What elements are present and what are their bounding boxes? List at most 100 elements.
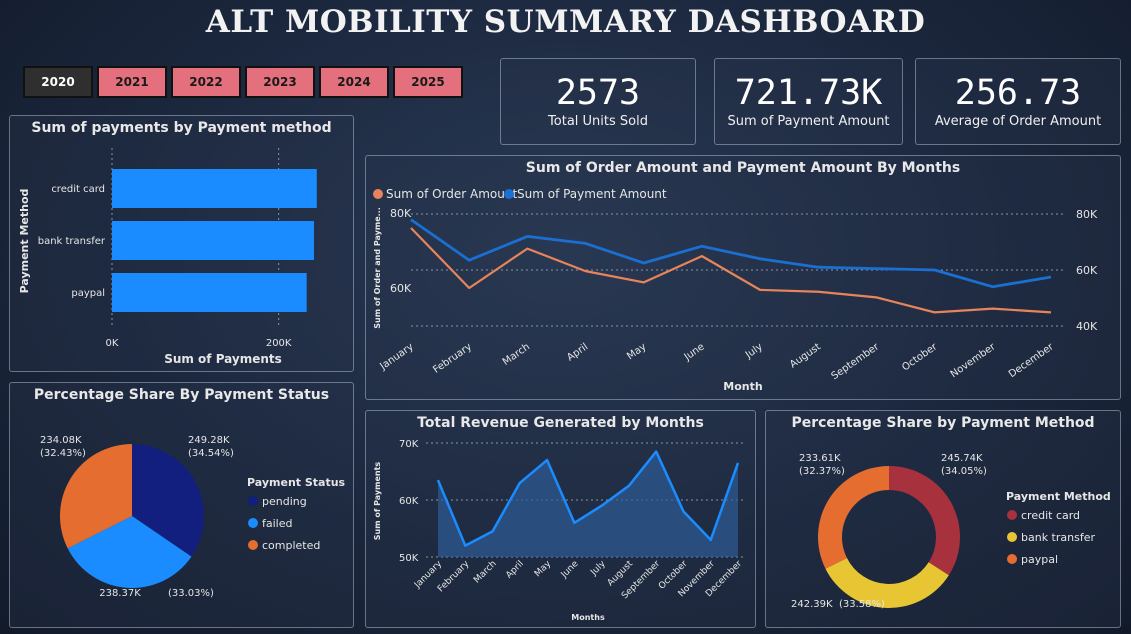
x-tick-label: May — [533, 559, 554, 580]
legend-item-label[interactable]: failed — [262, 517, 292, 530]
kpi-total-units: 2573 Total Units Sold — [500, 58, 696, 145]
slice-value-label: 234.08K — [40, 435, 82, 446]
legend-item-label[interactable]: completed — [262, 539, 320, 552]
slice-value-label: 249.28K — [188, 435, 230, 446]
right-y-tick-label: 60K — [1076, 264, 1098, 277]
legend-item-label[interactable]: pending — [262, 495, 307, 508]
payment-amount-line[interactable] — [410, 218, 1052, 289]
kpi-average-order: 256.73 Average of Order Amount — [915, 58, 1121, 145]
x-tick-label: June — [559, 559, 581, 581]
payment-status-pie-panel: Percentage Share By Payment Status 249.2… — [9, 382, 354, 628]
slice-percent-label: (32.37%) — [799, 466, 845, 477]
payments-bar-chart: 0K 200K credit card bank transfer paypal Su… — [18, 148, 317, 366]
slice-percent-label: (33.58%) — [839, 599, 885, 610]
year-button-2025[interactable]: 2025 — [393, 66, 463, 98]
y-axis-label: Sum of Order and Payme... — [373, 207, 382, 328]
legend-item-label[interactable]: bank transfer — [1021, 531, 1095, 544]
slice-percent-label: (33.03%) — [168, 588, 214, 599]
y-axis-label: Payment Method — [18, 189, 31, 294]
legend-marker — [1007, 510, 1017, 520]
x-tick-label: October — [900, 341, 940, 373]
x-tick-label: May — [625, 341, 648, 362]
x-tick-label: December — [1007, 341, 1057, 380]
y-tick-label: paypal — [71, 288, 105, 299]
y-tick-label: 70K — [399, 439, 419, 450]
order-payment-line-chart: Sum of Order Amount Sum of Payment Amoun… — [373, 187, 1098, 393]
legend-order-label[interactable]: Sum of Order Amount — [386, 187, 517, 201]
x-tick-label: September — [830, 341, 882, 382]
payment-status-pie-chart: 249.28K (34.54%) 238.37K (33.03%) 234.08K (32… — [40, 435, 346, 599]
slice-value-label: 242.39K — [791, 599, 833, 610]
legend-marker — [1007, 532, 1017, 542]
x-tick-label: April — [565, 341, 590, 363]
y-axis-label: Sum of Payments — [373, 462, 382, 541]
right-y-tick-label: 80K — [1076, 208, 1098, 221]
x-axis-label: Months — [571, 613, 605, 622]
x-axis-label: Month — [723, 380, 762, 393]
year-filter: 2020 2021 2022 2023 2024 2025 — [23, 66, 463, 98]
slice-value-label: 233.61K — [799, 453, 841, 464]
x-axis-label: Sum of Payments — [164, 352, 282, 366]
slice-value-label: 245.74K — [941, 453, 983, 464]
legend-item-label[interactable]: paypal — [1021, 553, 1058, 566]
legend-title: Payment Status — [247, 476, 346, 489]
bar[interactable] — [112, 273, 307, 312]
x-tick-label: July — [589, 559, 609, 579]
bar[interactable] — [112, 221, 314, 260]
donut-slice-credit-card[interactable] — [889, 466, 960, 576]
bar[interactable] — [112, 169, 317, 208]
legend-title: Payment Method — [1006, 490, 1111, 503]
year-button-2023[interactable]: 2023 — [245, 66, 315, 98]
year-button-2020[interactable]: 2020 — [23, 66, 93, 98]
payments-by-method-panel: Sum of payments by Payment method 0K 200K… — [9, 115, 354, 372]
payment-method-donut-panel: Percentage Share by Payment Method 245.7… — [765, 410, 1121, 628]
x-tick-label: March — [472, 559, 498, 585]
year-button-2022[interactable]: 2022 — [171, 66, 241, 98]
left-y-tick-label: 60K — [390, 282, 412, 295]
right-y-tick-label: 40K — [1076, 320, 1098, 333]
legend-order-marker — [373, 189, 383, 199]
kpi-value: 721.73K — [734, 72, 883, 113]
y-tick-label: credit card — [51, 184, 105, 195]
legend-marker — [248, 496, 258, 506]
kpi-label: Sum of Payment Amount — [727, 114, 890, 130]
revenue-area-chart: 50K60K70KJanuaryFebruary March April May Jun… — [373, 439, 744, 622]
x-tick-label: July — [743, 341, 765, 361]
revenue-area-panel: Total Revenue Generated by Months 50K 60K… — [365, 410, 756, 628]
year-button-2021[interactable]: 2021 — [97, 66, 167, 98]
donut-slice-paypal[interactable] — [818, 466, 889, 569]
y-tick-label: 50K — [399, 553, 419, 564]
x-tick-label: June — [682, 341, 707, 363]
revenue-area — [438, 451, 738, 557]
legend-marker — [1007, 554, 1017, 564]
order-payment-line-panel: Sum of Order Amount and Payment Amount B… — [365, 155, 1121, 400]
x-tick-label: January — [378, 341, 416, 372]
dashboard-title: ALT MOBILITY SUMMARY DASHBOARD — [205, 4, 926, 40]
y-tick-label: 60K — [399, 496, 419, 507]
slice-percent-label: (34.05%) — [941, 466, 987, 477]
x-tick-label: 200K — [266, 338, 292, 349]
x-tick-label: 0K — [106, 338, 119, 349]
kpi-value: 2573 — [555, 72, 641, 113]
kpi-payment-amount: 721.73K Sum of Payment Amount — [714, 58, 903, 145]
kpi-value: 256.73 — [954, 72, 1082, 113]
legend-marker — [248, 518, 258, 528]
x-tick-label: March — [501, 341, 532, 367]
x-tick-label: November — [949, 341, 999, 380]
left-y-tick-label: 80K — [390, 207, 412, 220]
legend-item-label[interactable]: credit card — [1021, 509, 1080, 522]
legend-marker — [248, 540, 258, 550]
legend-payment-marker — [504, 189, 514, 199]
slice-value-label: 238.37K — [99, 588, 141, 599]
x-tick-label: April — [504, 559, 526, 581]
x-tick-label: August — [788, 341, 823, 370]
legend-payment-label[interactable]: Sum of Payment Amount — [517, 187, 667, 201]
slice-percent-label: (32.43%) — [40, 448, 86, 459]
kpi-label: Average of Order Amount — [934, 114, 1102, 130]
y-tick-label: bank transfer — [38, 236, 106, 247]
x-tick-label: February — [431, 341, 474, 375]
kpi-label: Total Units Sold — [548, 114, 648, 130]
slice-percent-label: (34.54%) — [188, 448, 234, 459]
year-button-2024[interactable]: 2024 — [319, 66, 389, 98]
payment-method-donut-chart: 245.74K (34.05%) 242.39K (33.58%) 233.61K (32… — [791, 453, 1111, 610]
